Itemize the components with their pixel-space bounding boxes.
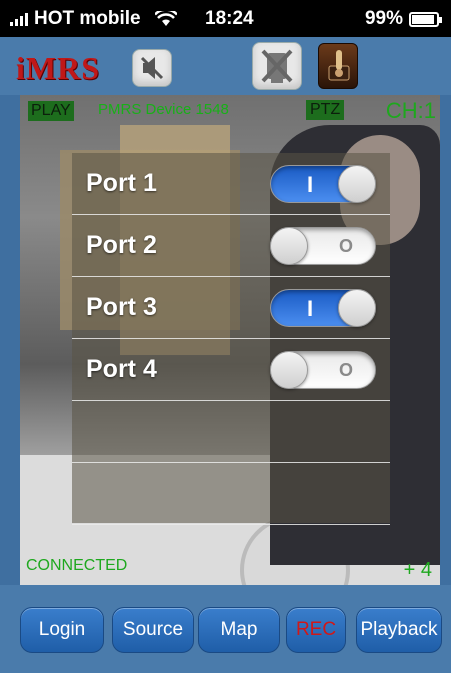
camera-toggle-button[interactable] bbox=[252, 42, 302, 90]
bottom-toolbar: Login Source Map REC Playback bbox=[0, 585, 451, 673]
port-label: Port 2 bbox=[86, 231, 157, 259]
carrier-group: HOT mobile bbox=[10, 8, 177, 30]
port-2-toggle[interactable]: O bbox=[270, 227, 376, 265]
list-item: Port 3 I bbox=[72, 277, 390, 339]
battery-percent: 99% bbox=[364, 8, 403, 29]
toggle-mark: O bbox=[338, 360, 353, 380]
app-logo: iMRS bbox=[16, 50, 100, 86]
status-bar: HOT mobile 18:24 99% bbox=[0, 0, 451, 37]
mute-button[interactable] bbox=[132, 49, 172, 87]
speaker-muted-icon bbox=[140, 56, 164, 80]
list-item-empty bbox=[72, 401, 390, 463]
clock: 18:24 bbox=[205, 8, 254, 29]
ports-list: Port 1 I Port 2 O Port 3 I Port 4 O bbox=[72, 153, 390, 525]
device-label: PMRS Device 1548 bbox=[98, 101, 229, 118]
list-item: Port 4 O bbox=[72, 339, 390, 401]
rec-button[interactable]: REC bbox=[286, 607, 346, 653]
app-header: iMRS bbox=[0, 37, 451, 95]
port-label: Port 4 bbox=[86, 355, 157, 383]
channel-label[interactable]: CH:1 bbox=[386, 98, 436, 124]
toggle-mark: O bbox=[338, 236, 353, 256]
wifi-icon bbox=[154, 11, 177, 26]
video-feed[interactable]: PLAY PMRS Device 1548 PTZ CH:1 Port 1 I … bbox=[20, 95, 440, 585]
toggle-switch-icon bbox=[328, 50, 350, 81]
login-button[interactable]: Login bbox=[20, 607, 104, 653]
camera-off-icon bbox=[261, 49, 293, 83]
battery-group: 99% bbox=[364, 8, 442, 30]
carrier-name: HOT mobile bbox=[34, 8, 141, 29]
zoom-label[interactable]: + 4 bbox=[404, 559, 432, 582]
play-label[interactable]: PLAY bbox=[28, 101, 74, 121]
toggle-knob bbox=[338, 165, 376, 203]
battery-icon bbox=[409, 11, 442, 27]
connection-status: CONNECTED bbox=[26, 557, 128, 574]
signal-icon bbox=[10, 12, 28, 26]
list-item-empty bbox=[72, 463, 390, 525]
list-item: Port 2 O bbox=[72, 215, 390, 277]
power-switch-button[interactable] bbox=[318, 43, 358, 89]
source-button[interactable]: Source bbox=[112, 607, 194, 653]
list-item: Port 1 I bbox=[72, 153, 390, 215]
port-1-toggle[interactable]: I bbox=[270, 165, 376, 203]
port-4-toggle[interactable]: O bbox=[270, 351, 376, 389]
ptz-button[interactable]: PTZ bbox=[306, 100, 345, 120]
map-button[interactable]: Map bbox=[198, 607, 280, 653]
playback-button[interactable]: Playback bbox=[356, 607, 442, 653]
toggle-mark: I bbox=[307, 296, 314, 321]
toggle-knob bbox=[338, 289, 376, 327]
port-label: Port 1 bbox=[86, 169, 157, 197]
toggle-knob bbox=[270, 227, 308, 265]
port-3-toggle[interactable]: I bbox=[270, 289, 376, 327]
port-label: Port 3 bbox=[86, 293, 157, 321]
toggle-mark: I bbox=[307, 172, 314, 197]
toggle-knob bbox=[270, 351, 308, 389]
